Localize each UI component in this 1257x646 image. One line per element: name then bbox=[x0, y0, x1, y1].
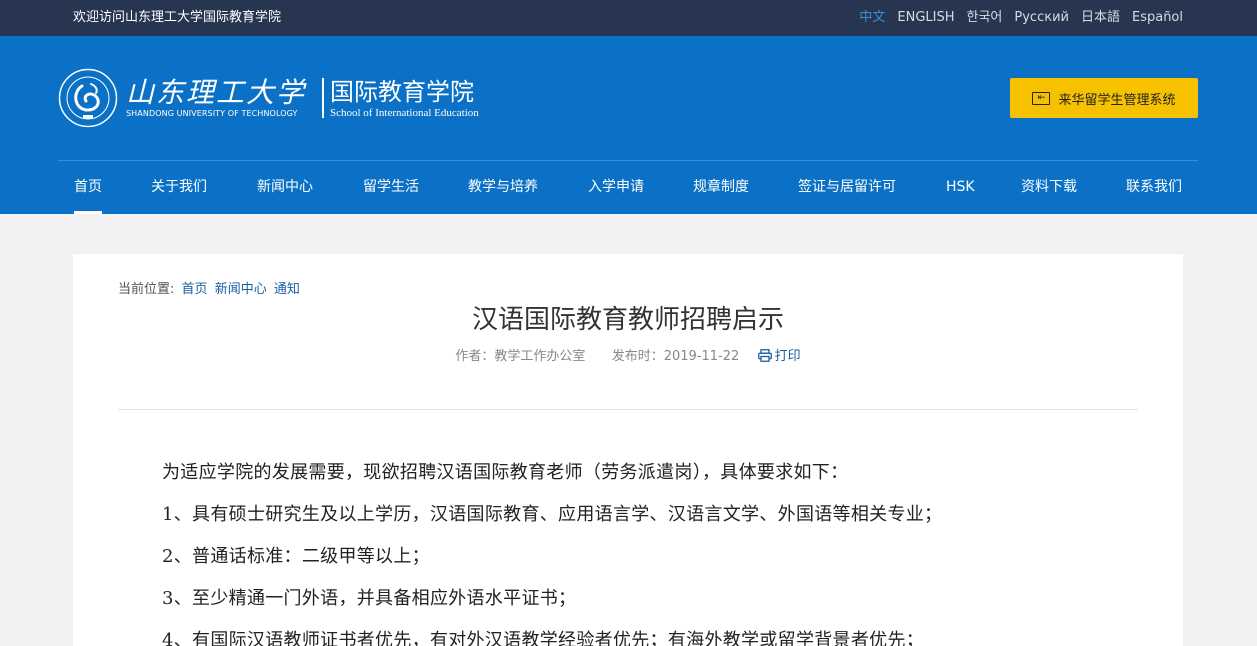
nav-student-life[interactable]: 留学生活 bbox=[363, 161, 419, 214]
article-paragraph: 2、普通话标准：二级甲等以上； bbox=[162, 546, 430, 567]
nav-visa[interactable]: 签证与居留许可 bbox=[798, 161, 896, 214]
print-label: 打印 bbox=[774, 349, 801, 364]
article-title: 汉语国际教育教师招聘启示 bbox=[471, 305, 784, 335]
nav-admission[interactable]: 入学申请 bbox=[588, 161, 644, 214]
nav-teaching[interactable]: 教学与培养 bbox=[468, 161, 538, 214]
lang-spanish[interactable]: Español bbox=[1132, 9, 1183, 27]
student-management-system-button[interactable]: ⇤ 来华留学生管理系统 bbox=[1010, 78, 1198, 118]
lang-english[interactable]: ENGLISH bbox=[897, 9, 954, 27]
language-switcher: 中文 ENGLISH 한국어 Русский 日本語 Español bbox=[859, 9, 1183, 27]
main-nav: 首页 关于我们 新闻中心 留学生活 教学与培养 入学申请 规章制度 签证与居留许… bbox=[0, 161, 1257, 214]
article-paragraph: 3、至少精通一门外语，并具备相应外语水平证书； bbox=[162, 588, 577, 609]
article-author: 作者：教学工作办公室 bbox=[455, 349, 586, 364]
nav-contact[interactable]: 联系我们 bbox=[1126, 161, 1182, 214]
university-name: 山东理工大学 SHANDONG UNIVERSITY OF TECHNOLOGY bbox=[126, 77, 312, 119]
lang-korean[interactable]: 한국어 bbox=[967, 9, 1003, 27]
welcome-text: 欢迎访问山东理工大学国际教育学院 bbox=[73, 10, 282, 25]
article-meta: 作者：教学工作办公室 发布时：2019-11-22 打印 bbox=[73, 348, 1183, 366]
article-divider bbox=[118, 409, 1138, 410]
breadcrumb: 当前位置: 首页 新闻中心 通知 bbox=[118, 281, 300, 299]
nav-regulations[interactable]: 规章制度 bbox=[693, 161, 749, 214]
printer-icon bbox=[757, 349, 772, 362]
lang-japanese[interactable]: 日本語 bbox=[1081, 9, 1120, 27]
article-paragraph: 为适应学院的发展需要，现欲招聘汉语国际教育老师（劳务派遣岗），具体要求如下： bbox=[162, 462, 849, 483]
top-bar: 欢迎访问山东理工大学国际教育学院 中文 ENGLISH 한국어 Русский … bbox=[0, 0, 1257, 36]
lang-chinese[interactable]: 中文 bbox=[859, 9, 885, 27]
print-button[interactable]: 打印 bbox=[757, 349, 801, 364]
nav-about[interactable]: 关于我们 bbox=[151, 161, 207, 214]
article-paragraph: 1、具有硕士研究生及以上学历，汉语国际教育、应用语言学、汉语言文学、外国语等相关… bbox=[162, 504, 943, 525]
breadcrumb-news[interactable]: 新闻中心 bbox=[215, 282, 267, 297]
nav-downloads[interactable]: 资料下载 bbox=[1021, 161, 1077, 214]
article-card: 当前位置: 首页 新闻中心 通知 汉语国际教育教师招聘启示 作者：教学工作办公室… bbox=[73, 254, 1183, 646]
site-header: 山东理工大学 SHANDONG UNIVERSITY OF TECHNOLOGY… bbox=[0, 36, 1257, 214]
logo-divider bbox=[322, 78, 324, 118]
school-name-en: School of International Education bbox=[330, 106, 479, 119]
university-name-cn: 山东理工大学 bbox=[126, 76, 307, 109]
breadcrumb-notice[interactable]: 通知 bbox=[274, 282, 300, 297]
school-name-cn: 国际教育学院 bbox=[330, 77, 474, 106]
school-name: 国际教育学院 School of International Education bbox=[330, 77, 479, 120]
nav-news[interactable]: 新闻中心 bbox=[257, 161, 313, 214]
site-logo[interactable]: 山东理工大学 SHANDONG UNIVERSITY OF TECHNOLOGY… bbox=[58, 68, 479, 128]
login-icon: ⇤ bbox=[1032, 91, 1051, 105]
article-date: 发布时：2019-11-22 bbox=[611, 349, 740, 364]
nav-hsk[interactable]: HSK bbox=[946, 161, 975, 214]
lang-russian[interactable]: Русский bbox=[1014, 9, 1069, 27]
breadcrumb-prefix: 当前位置: bbox=[118, 282, 175, 297]
university-emblem-icon bbox=[58, 68, 118, 128]
university-name-en: SHANDONG UNIVERSITY OF TECHNOLOGY bbox=[126, 109, 298, 118]
article-body: 为适应学院的发展需要，现欲招聘汉语国际教育老师（劳务派遣岗），具体要求如下： 1… bbox=[162, 452, 1122, 646]
breadcrumb-home[interactable]: 首页 bbox=[182, 282, 208, 297]
article-paragraph: 4、有国际汉语教师证书者优先，有对外汉语教学经验者优先；有海外教学或留学背景者优… bbox=[162, 630, 925, 646]
nav-home[interactable]: 首页 bbox=[74, 161, 102, 214]
student-management-system-label: 来华留学生管理系统 bbox=[1058, 92, 1176, 108]
